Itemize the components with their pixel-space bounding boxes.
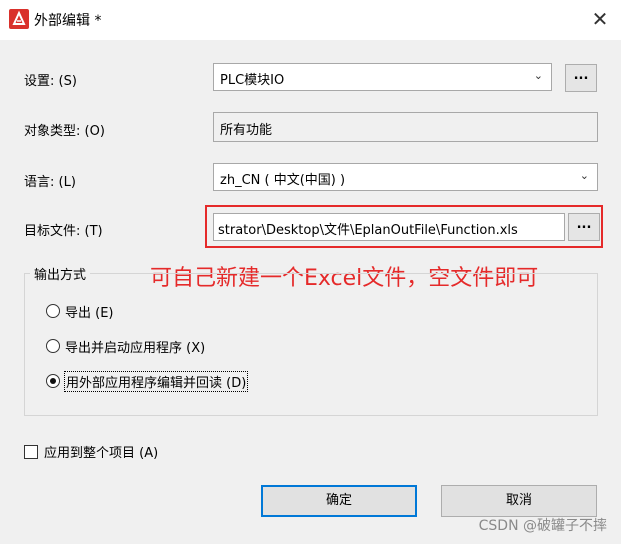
radio-export-launch[interactable]: 导出并启动应用程序 (X) [46, 337, 206, 356]
settings-dropdown[interactable]: PLC模块IO ⌄ [213, 63, 552, 91]
language-value: zh_CN ( 中文(中国) ) [220, 173, 346, 188]
radio-export-label: 导出 (E) [65, 305, 114, 321]
object-type-value: 所有功能 [220, 123, 273, 138]
apply-all-checkbox[interactable]: 应用到整个项目 (A) [24, 442, 158, 461]
language-label: 语言: (L) [24, 175, 76, 190]
object-type-field: 所有功能 [213, 112, 598, 142]
radio-icon[interactable] [46, 304, 60, 318]
target-file-label: 目标文件: (T) [24, 224, 103, 239]
apply-all-label: 应用到整个项目 (A) [44, 446, 159, 461]
close-icon[interactable]: ✕ [589, 8, 611, 30]
chevron-down-icon: ⌄ [533, 69, 543, 82]
chevron-down-icon: ⌄ [579, 169, 589, 182]
settings-browse-button[interactable]: ... [565, 64, 597, 92]
radio-edit-external[interactable]: 用外部应用程序编辑并回读 (D) [46, 370, 249, 392]
radio-icon[interactable] [46, 339, 60, 353]
object-type-label: 对象类型: (O) [24, 124, 105, 139]
radio-edit-external-label: 用外部应用程序编辑并回读 (D) [63, 370, 249, 392]
cancel-button[interactable]: 取消 [441, 485, 597, 517]
checkbox-icon[interactable] [24, 444, 38, 459]
language-dropdown[interactable]: zh_CN ( 中文(中国) ) ⌄ [213, 163, 598, 191]
settings-value: PLC模块IO [220, 73, 285, 88]
title-bar: 外部编辑 * ✕ [0, 0, 621, 40]
radio-export[interactable]: 导出 (E) [46, 302, 114, 321]
output-mode-title: 输出方式 [30, 264, 91, 283]
annotation-highlight-frame [205, 205, 603, 248]
settings-label: 设置: (S) [24, 74, 77, 89]
radio-export-launch-label: 导出并启动应用程序 (X) [65, 340, 206, 356]
eplan-app-icon [9, 9, 29, 29]
watermark: CSDN @破罐子不摔 [478, 518, 607, 534]
radio-checked-icon[interactable] [46, 374, 60, 388]
ok-button[interactable]: 确定 [261, 485, 417, 517]
window-title: 外部编辑 * [34, 13, 102, 29]
